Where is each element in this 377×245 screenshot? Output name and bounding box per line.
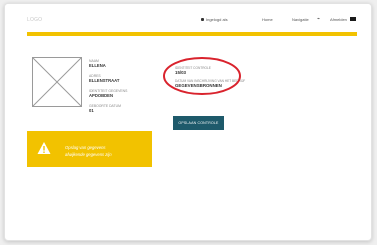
image-placeholder-icon bbox=[32, 57, 82, 107]
detail-value-identity-check: 15/03 bbox=[175, 70, 186, 75]
save-control-button[interactable]: OPSLAAN CONTROLE bbox=[173, 116, 224, 130]
field-value-name: ELLENA bbox=[89, 63, 106, 68]
nav-item-home[interactable]: Home bbox=[262, 17, 273, 22]
detail-value-registration: GEGEVENSBRONNEN bbox=[175, 83, 222, 88]
accent-bar bbox=[27, 32, 357, 36]
nav-item-navigation[interactable]: Navigatie bbox=[292, 17, 309, 22]
nav-item-home-label: Home bbox=[262, 17, 273, 22]
user-icon bbox=[201, 18, 204, 22]
warning-icon bbox=[37, 142, 51, 154]
nav-item-navigation-label: Navigatie bbox=[292, 17, 309, 22]
warning-alert: Opslag van gegevens afwijkende gegevens … bbox=[27, 131, 152, 167]
nav-item-user-label: Ingelogd als bbox=[206, 17, 228, 22]
field-value-address: ELLENSTRAAT bbox=[89, 78, 120, 83]
app-window: LOGO Ingelogd als Home Navigatie ⌁ Afmel… bbox=[4, 3, 372, 241]
highlight-ellipse bbox=[163, 57, 241, 95]
alert-message: Opslag van gegevens afwijkende gegevens … bbox=[65, 144, 112, 158]
field-value-identity: APDOBDEN bbox=[89, 93, 113, 98]
globe-icon[interactable]: ⌁ bbox=[317, 16, 320, 22]
field-value-birthdate: 01 bbox=[89, 108, 94, 113]
nav-item-logout-label: Afmelden bbox=[330, 17, 347, 22]
top-navigation-bar: LOGO Ingelogd als Home Navigatie ⌁ Afmel… bbox=[5, 4, 371, 32]
nav-item-logout[interactable]: Afmelden bbox=[330, 17, 347, 22]
nav-item-user[interactable]: Ingelogd als bbox=[201, 17, 228, 22]
app-logo[interactable]: LOGO bbox=[27, 17, 42, 23]
alert-line: Opslag van gegevens bbox=[65, 145, 106, 150]
alert-line: afwijkende gegevens zijn bbox=[65, 152, 112, 158]
flag-icon[interactable] bbox=[350, 17, 356, 21]
